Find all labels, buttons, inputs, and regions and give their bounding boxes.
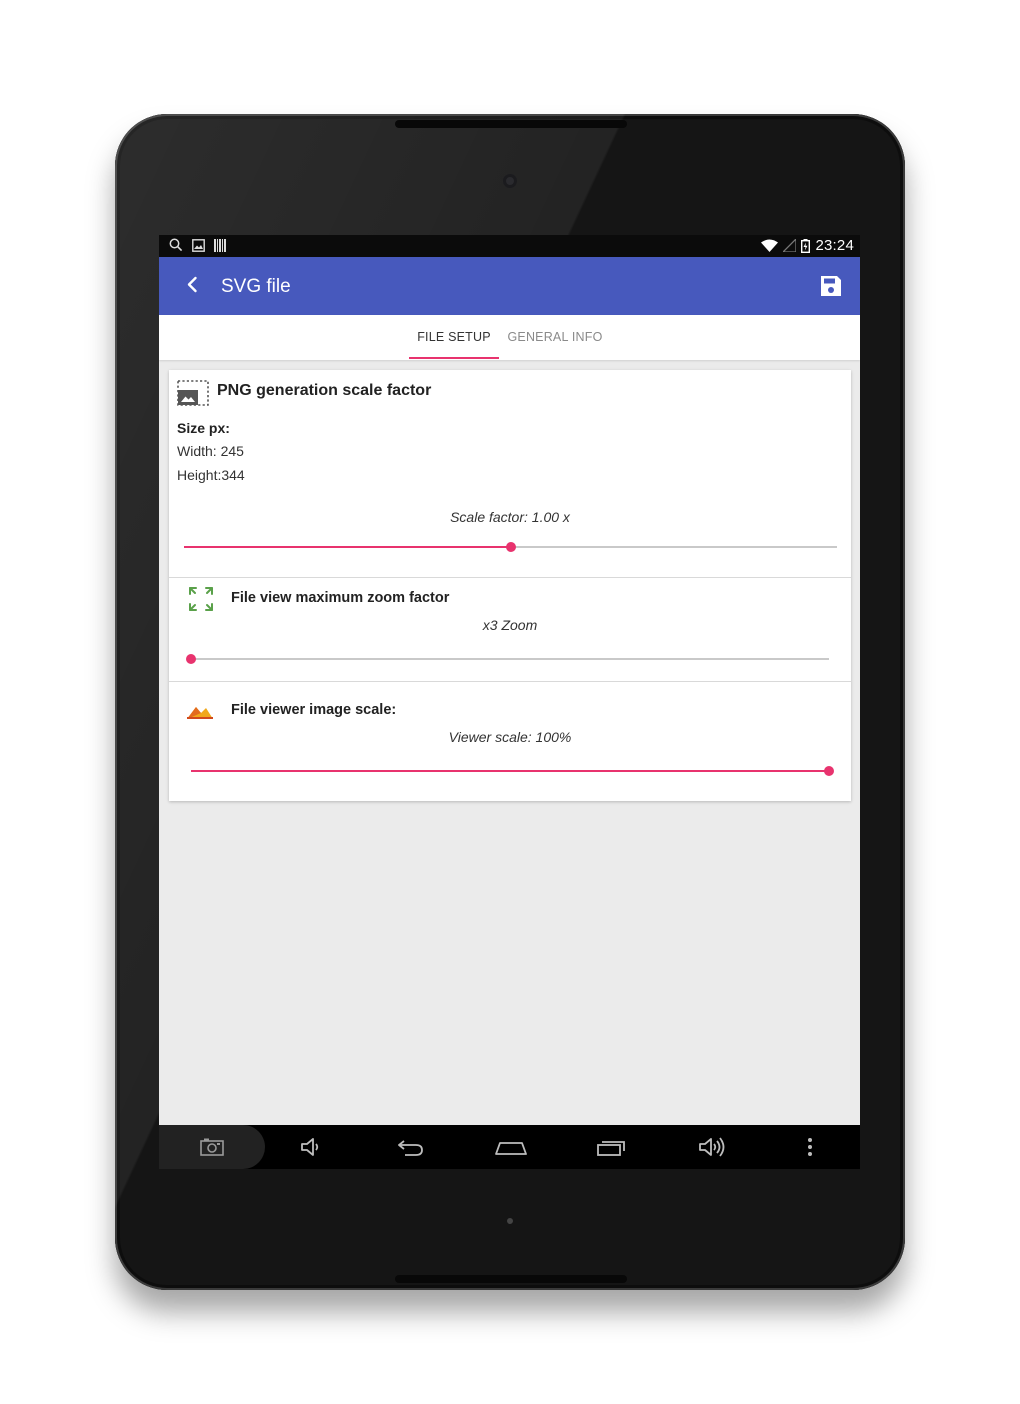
overflow-menu-button[interactable] <box>780 1125 840 1169</box>
home-icon <box>495 1142 527 1155</box>
expand-arrows-icon <box>189 587 213 611</box>
slider-thumb[interactable] <box>505 542 516 552</box>
barcode-icon <box>214 238 226 252</box>
slider-track <box>191 658 829 660</box>
volume-up-icon <box>699 1137 725 1157</box>
tab-bar: FILE SETUP GENERAL INFO <box>159 315 860 360</box>
size-label: Size px: <box>177 420 230 436</box>
scale-factor-slider[interactable] <box>184 540 837 554</box>
screenshot-button[interactable] <box>182 1125 242 1169</box>
system-status-icons: 23:24 <box>761 237 854 254</box>
navigation-bar <box>159 1125 860 1169</box>
front-camera <box>503 174 517 188</box>
image-scale-icon <box>177 380 209 406</box>
slider-thumb[interactable] <box>824 766 834 776</box>
clock: 23:24 <box>815 237 854 254</box>
section-divider <box>169 577 851 578</box>
image-icon <box>192 238 205 252</box>
battery-charging-icon <box>801 238 811 253</box>
chevron-left-icon <box>187 276 197 293</box>
save-button[interactable] <box>817 272 845 300</box>
slider-thumb[interactable] <box>186 654 196 664</box>
mountain-icon <box>187 707 213 719</box>
signal-icon <box>783 239 797 252</box>
viewer-scale-value: Viewer scale: 100% <box>448 729 572 745</box>
back-nav-button[interactable] <box>381 1125 441 1169</box>
scale-factor-value: Scale factor: 1.00 x <box>450 509 570 525</box>
tab-general-info[interactable]: GENERAL INFO <box>503 315 607 360</box>
home-button[interactable] <box>481 1125 541 1169</box>
bezel-sensor <box>507 1218 513 1224</box>
screenshot-icon <box>200 1138 224 1156</box>
app-title: SVG file <box>221 276 291 297</box>
screen: 23:24 SVG file FILE SETUP GENERAL INFO P… <box>159 235 860 1169</box>
app-bar: SVG file <box>159 257 860 315</box>
tablet-frame: 23:24 SVG file FILE SETUP GENERAL INFO P… <box>115 114 905 1290</box>
viewer-scale-slider[interactable] <box>191 764 834 778</box>
back-button[interactable] <box>179 271 207 299</box>
recent-apps-button[interactable] <box>582 1125 642 1169</box>
search-icon <box>169 238 183 252</box>
volume-down-icon <box>301 1138 319 1156</box>
section-divider <box>169 681 851 682</box>
zoom-factor-slider[interactable] <box>186 652 829 666</box>
png-section-title: PNG generation scale factor <box>217 382 432 399</box>
overflow-menu-icon <box>808 1138 812 1156</box>
save-icon <box>821 276 841 296</box>
top-speaker-grille <box>395 120 627 128</box>
wifi-icon <box>761 239 779 252</box>
volume-up-button[interactable] <box>683 1125 743 1169</box>
zoom-value: x3 Zoom <box>482 617 538 633</box>
notification-icons <box>169 238 226 252</box>
zoom-section-title: File view maximum zoom factor <box>231 590 450 606</box>
volume-down-button[interactable] <box>282 1125 342 1169</box>
status-bar: 23:24 <box>159 235 860 257</box>
height-value: Height:344 <box>177 467 245 483</box>
recent-apps-icon <box>597 1141 625 1156</box>
slider-fill <box>191 770 829 772</box>
slider-fill <box>184 546 511 548</box>
bottom-speaker-grille <box>395 1275 627 1283</box>
back-icon <box>398 1140 423 1156</box>
settings-card: PNG generation scale factor Size px: Wid… <box>169 370 851 801</box>
tab-file-setup[interactable]: FILE SETUP <box>409 315 499 360</box>
viewer-section-title: File viewer image scale: <box>231 702 397 718</box>
width-value: Width: 245 <box>177 443 244 459</box>
